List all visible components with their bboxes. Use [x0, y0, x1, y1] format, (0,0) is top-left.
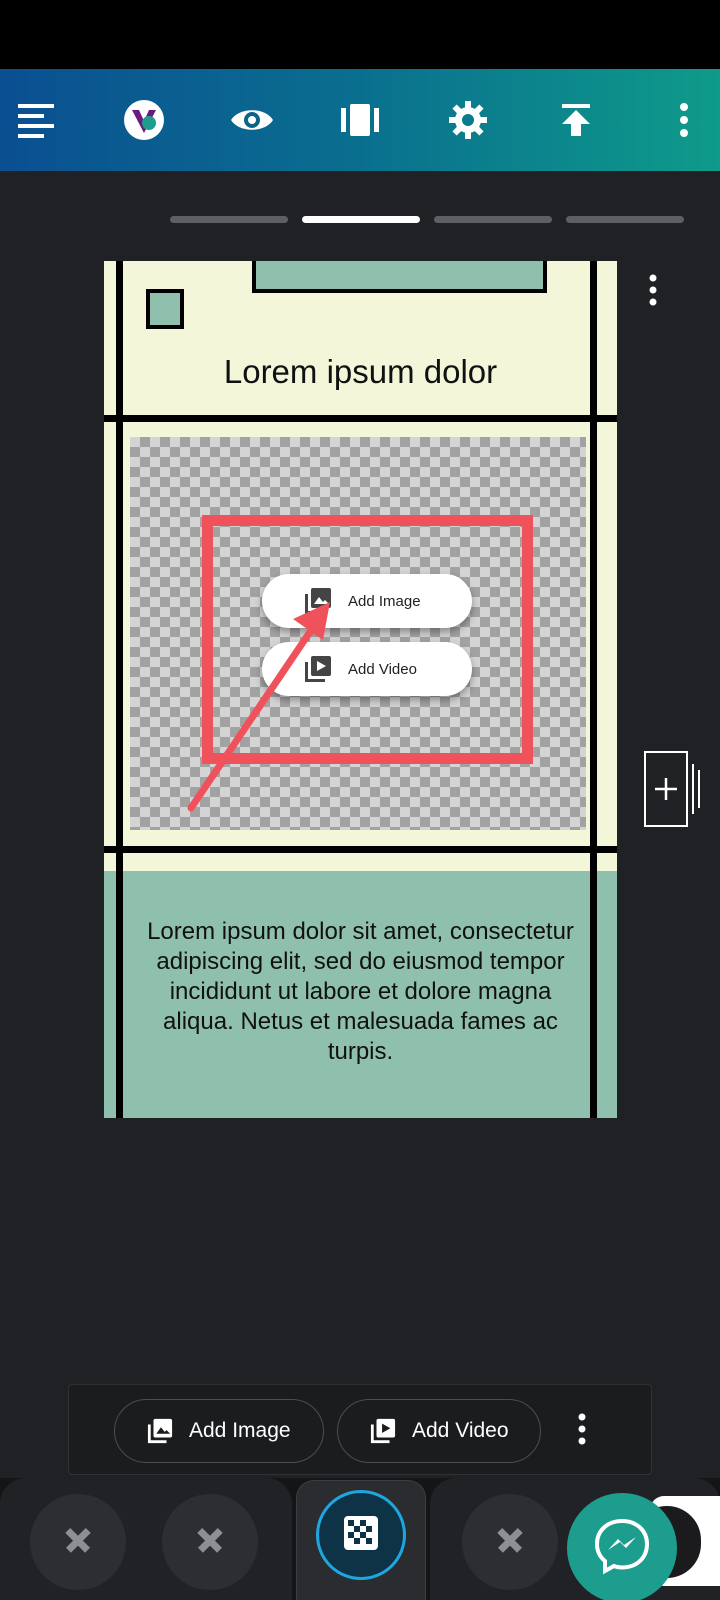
decorative-square — [146, 289, 184, 329]
toolbar-add-image-label: Add Image — [189, 1419, 291, 1442]
body-text[interactable]: Lorem ipsum dolor sit amet, consectetur … — [144, 917, 577, 1067]
upload-icon[interactable] — [540, 69, 612, 171]
decorative-top-tab — [252, 261, 547, 293]
messenger-chat-button[interactable] — [567, 1493, 677, 1600]
toolbar-add-image-button[interactable]: Add Image — [114, 1399, 324, 1463]
frame-line — [590, 261, 597, 1118]
eye-icon[interactable] — [216, 69, 288, 171]
image-icon — [147, 1417, 175, 1445]
pencil-ruler-icon — [490, 1520, 530, 1564]
align-left-icon[interactable] — [0, 69, 72, 171]
nav-design-tools-button-1[interactable] — [30, 1494, 126, 1590]
page-indicator-3[interactable] — [434, 216, 552, 223]
tutorial-arrow — [187, 602, 330, 812]
nav-background-button[interactable] — [316, 1490, 406, 1580]
nav-design-tools-button-3[interactable] — [462, 1494, 558, 1590]
video-icon — [370, 1417, 398, 1445]
toolbar-more-icon[interactable] — [567, 1407, 597, 1451]
messenger-icon — [593, 1517, 651, 1579]
carousel-icon[interactable] — [324, 69, 396, 171]
frame-line — [116, 261, 123, 1118]
pencil-ruler-icon — [58, 1520, 98, 1564]
nav-design-tools-button-2[interactable] — [162, 1494, 258, 1590]
page-indicator-2-active[interactable] — [302, 216, 420, 223]
toolbar-add-video-button[interactable]: Add Video — [337, 1399, 541, 1463]
frame-line — [104, 846, 617, 853]
page-indicator-4[interactable] — [566, 216, 684, 223]
page-title-text[interactable]: Lorem ipsum dolor — [104, 353, 617, 391]
page-more-icon[interactable] — [638, 272, 668, 308]
add-page-button[interactable] — [643, 750, 703, 830]
page-indicator-1[interactable] — [170, 216, 288, 223]
pencil-ruler-icon — [190, 1520, 230, 1564]
app-logo-icon[interactable] — [108, 69, 180, 171]
background-pattern-icon — [342, 1514, 380, 1556]
top-app-bar — [0, 69, 720, 171]
more-vert-icon[interactable] — [648, 69, 720, 171]
status-bar — [0, 0, 720, 69]
frame-line — [104, 415, 617, 422]
media-toolbar: Add Image Add Video — [68, 1384, 652, 1475]
gear-icon[interactable] — [432, 69, 504, 171]
toolbar-add-video-label: Add Video — [412, 1419, 509, 1442]
